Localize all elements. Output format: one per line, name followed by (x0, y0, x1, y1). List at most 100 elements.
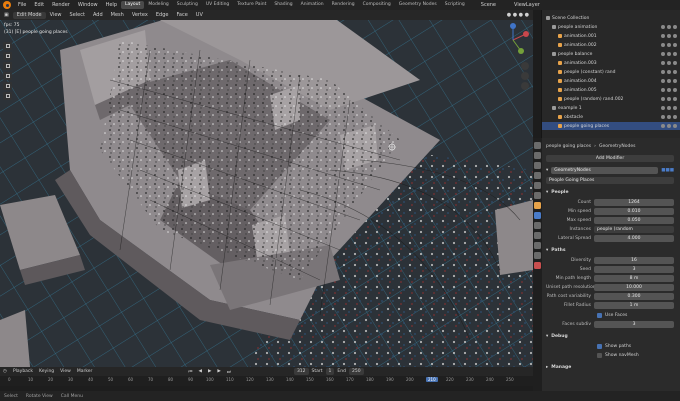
scene-tab-icon[interactable] (534, 182, 541, 189)
menu-view-timeline[interactable]: View (57, 369, 74, 374)
tool-move[interactable] (3, 62, 12, 70)
max-speed-field[interactable]: 0.050 (594, 216, 674, 224)
play-icon[interactable]: ▶ (205, 369, 214, 374)
lateral-spread-field[interactable]: 4.000 (594, 234, 674, 242)
modifier-tab-icon[interactable] (534, 212, 541, 219)
outliner-row-example-1[interactable]: example 1 (542, 104, 680, 112)
blender-logo-icon[interactable] (3, 1, 11, 9)
count-field[interactable]: 1264 (594, 198, 674, 206)
jump-start-icon[interactable]: ⏮ (185, 369, 195, 375)
tick-210-current[interactable]: 210 (426, 377, 438, 382)
workspace-tab-texture-paint[interactable]: Texture Paint (233, 1, 270, 9)
outliner-row-obstacle[interactable]: obstacle (542, 113, 680, 121)
outliner-row-scene-collection[interactable]: Scene Collection (542, 14, 680, 22)
workspace-tab-rendering[interactable]: Rendering (328, 1, 359, 9)
outliner-row-animation-003[interactable]: animation.003 (542, 59, 680, 67)
outliner-row-animation-004[interactable]: animation.004 (542, 77, 680, 85)
min-speed-field[interactable]: 0.010 (594, 207, 674, 215)
workspace-tab-uv-editing[interactable]: UV Editing (202, 1, 233, 9)
show-paths-checkbox[interactable] (597, 343, 602, 349)
section-paths-header[interactable]: ▾ Paths (546, 246, 674, 254)
menu-edit[interactable]: Edit (30, 2, 48, 8)
path-cost-field[interactable]: 0.300 (594, 292, 674, 300)
scene-selector[interactable]: Scene (477, 2, 500, 8)
menu-vertex[interactable]: Vertex (128, 12, 152, 18)
render-tab-icon[interactable] (534, 152, 541, 159)
outliner-row-animation-005[interactable]: animation.005 (542, 86, 680, 94)
tool-tab-icon[interactable] (534, 142, 541, 149)
visibility-toggles[interactable] (661, 106, 677, 110)
menu-add[interactable]: Add (89, 12, 107, 18)
menu-playback[interactable]: Playback (10, 369, 36, 374)
modifier-toggles-icon[interactable]: ■■■ (661, 168, 674, 173)
menu-uv[interactable]: UV (192, 12, 207, 18)
workspace-tab-shading[interactable]: Shading (270, 1, 296, 9)
workspace-tab-scripting[interactable]: Scripting (441, 1, 469, 9)
outliner-row-people-random[interactable]: people (random) rand.002 (542, 95, 680, 103)
current-frame-field[interactable]: 312 (293, 368, 309, 375)
jump-end-icon[interactable]: ⏭ (224, 369, 234, 375)
section-people-header[interactable]: ▾ People (546, 188, 674, 196)
output-tab-icon[interactable] (534, 162, 541, 169)
path-resolution-field[interactable]: 10.000 (594, 283, 674, 291)
menu-view[interactable]: View (46, 12, 66, 18)
prev-key-icon[interactable]: ◀ (195, 369, 204, 374)
start-frame-field[interactable]: 1 (325, 368, 335, 375)
pan-view-icon[interactable] (521, 72, 529, 80)
visibility-toggles[interactable] (661, 79, 677, 83)
menu-edge[interactable]: Edge (152, 12, 173, 18)
workspace-tab-modeling[interactable]: Modeling (144, 1, 172, 9)
visibility-toggles[interactable] (661, 34, 677, 38)
tool-cursor[interactable] (3, 52, 12, 60)
particles-tab-icon[interactable] (534, 222, 541, 229)
visibility-toggles[interactable] (661, 25, 677, 29)
visibility-toggles[interactable] (661, 115, 677, 119)
outliner-row-people-constant[interactable]: people (constant) rand (542, 68, 680, 76)
visibility-toggles[interactable] (661, 70, 677, 74)
collapse-arrow-icon[interactable]: ▾ (546, 168, 548, 173)
menu-render[interactable]: Render (48, 2, 74, 8)
outliner-row-people-animation[interactable]: people animation (542, 23, 680, 31)
workspace-tab-geometry-nodes[interactable]: Geometry Nodes (395, 1, 441, 9)
menu-mesh[interactable]: Mesh (107, 12, 128, 18)
workspace-tab-layout[interactable]: Layout (121, 1, 145, 9)
fillet-radius-field[interactable]: 1 m (594, 301, 674, 309)
camera-view-icon[interactable] (521, 82, 529, 90)
tool-rotate[interactable] (3, 72, 12, 80)
zoom-view-icon[interactable] (521, 62, 529, 70)
tool-scale[interactable] (3, 82, 12, 90)
outliner-row-animation-001[interactable]: animation.001 (542, 32, 680, 40)
show-navmesh-checkbox[interactable] (597, 352, 602, 358)
object-tab-icon[interactable] (534, 202, 541, 209)
visibility-toggles[interactable] (661, 43, 677, 47)
world-tab-icon[interactable] (534, 192, 541, 199)
view-layer-selector[interactable]: ViewLayer (510, 2, 544, 8)
material-tab-icon[interactable] (534, 262, 541, 269)
add-modifier-button[interactable]: Add Modifier (546, 154, 674, 162)
visibility-toggles[interactable] (661, 88, 677, 92)
data-tab-icon[interactable] (534, 252, 541, 259)
tool-transform[interactable] (3, 92, 12, 100)
shading-modes[interactable]: ● ● ● ● (503, 12, 533, 18)
modifier-name-field[interactable]: GeometryNodes (551, 166, 659, 174)
workspace-tab-sculpting[interactable]: Sculpting (173, 1, 202, 9)
constraints-tab-icon[interactable] (534, 242, 541, 249)
use-faces-checkbox[interactable] (597, 312, 602, 318)
menu-select[interactable]: Select (66, 12, 89, 18)
outliner-row-animation-002[interactable]: animation.002 (542, 41, 680, 49)
navigation-gizmo[interactable] (493, 20, 533, 60)
timeline-editor-icon[interactable]: ◷ (0, 369, 10, 374)
workspace-tab-compositing[interactable]: Compositing (359, 1, 395, 9)
end-frame-field[interactable]: 250 (348, 368, 364, 375)
menu-marker[interactable]: Marker (74, 369, 96, 374)
seed-field[interactable]: 3 (594, 265, 674, 273)
workspace-tab-animation[interactable]: Animation (297, 1, 328, 9)
timeline-ruler[interactable]: 0 10 20 30 40 50 60 70 80 90 100 110 120… (0, 376, 533, 386)
3d-viewport[interactable]: fps: 75 (31) [E] people going places (0, 20, 533, 367)
visibility-toggles[interactable] (661, 52, 677, 56)
menu-file[interactable]: File (14, 2, 30, 8)
instances-selector[interactable]: people (random (594, 225, 674, 233)
diversity-field[interactable]: 16 (594, 256, 674, 264)
min-path-length-field[interactable]: 8 m (594, 274, 674, 282)
view-layer-tab-icon[interactable] (534, 172, 541, 179)
